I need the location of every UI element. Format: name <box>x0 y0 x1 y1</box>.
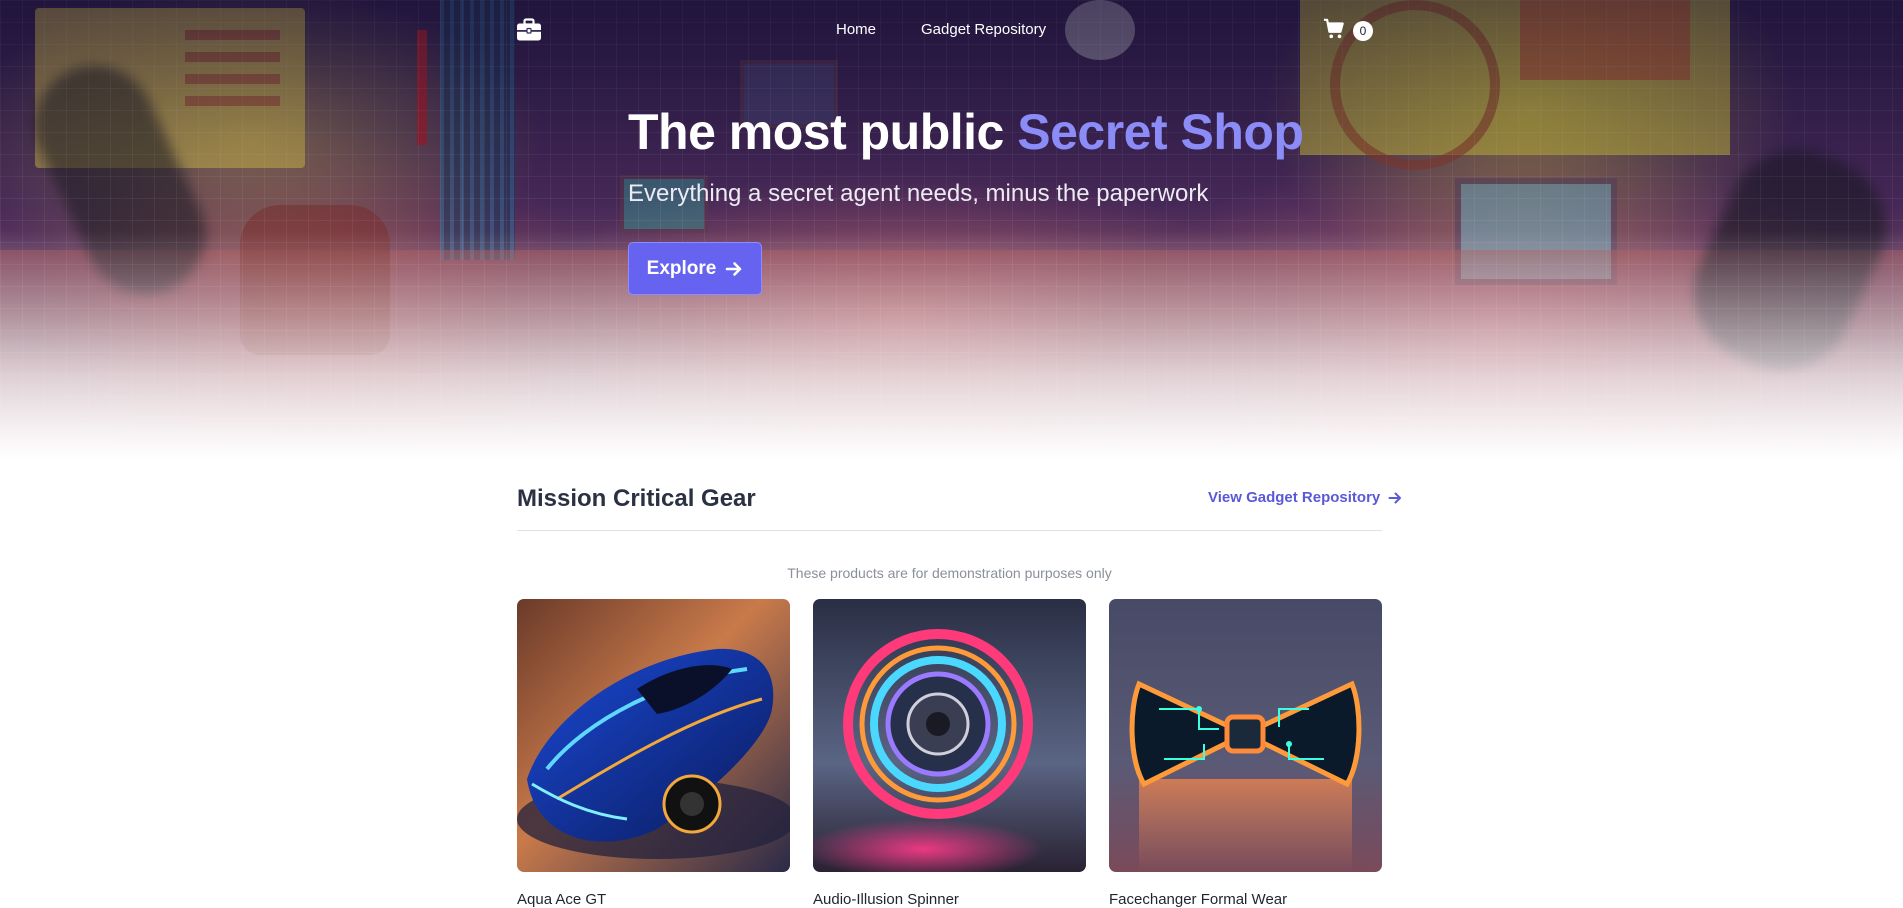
product-name[interactable]: Facechanger Formal Wear <box>1109 891 1287 908</box>
circuit-bow-tie-image[interactable] <box>1109 599 1382 872</box>
view-gadget-repository-link[interactable]: View Gadget Repository <box>1208 489 1402 506</box>
section-divider <box>517 530 1382 531</box>
explore-button[interactable]: Explore <box>628 242 762 295</box>
section-title: Mission Critical Gear <box>517 485 756 512</box>
explore-button-label: Explore <box>646 257 717 279</box>
blue-neon-sports-car-image[interactable] <box>517 599 790 872</box>
cart-count-badge: 0 <box>1353 21 1373 41</box>
nav-link-gadget-repository[interactable]: Gadget Repository <box>921 21 1046 38</box>
demo-disclaimer: These products are for demonstration pur… <box>787 565 1112 581</box>
hero-subtitle: Everything a secret agent needs, minus t… <box>628 180 1209 207</box>
top-nav: Home Gadget Repository 0 <box>0 0 1903 60</box>
product-card[interactable]: Facechanger Formal Wear <box>1109 599 1382 908</box>
arrow-right-icon <box>726 261 742 276</box>
cart-icon[interactable] <box>1323 18 1345 40</box>
nav-link-home[interactable]: Home <box>836 21 876 38</box>
product-card[interactable]: Audio-Illusion Spinner <box>813 599 1086 908</box>
hero-title-main: The most public <box>628 104 1018 160</box>
hero-fade-overlay <box>0 0 1903 460</box>
product-card[interactable]: Aqua Ace GT <box>517 599 790 908</box>
neon-ring-spinner-image[interactable] <box>813 599 1086 872</box>
product-name[interactable]: Audio-Illusion Spinner <box>813 891 959 908</box>
hero-title-accent: Secret Shop <box>1017 104 1304 160</box>
product-name[interactable]: Aqua Ace GT <box>517 891 606 908</box>
arrow-right-icon <box>1388 492 1402 503</box>
briefcase-icon[interactable] <box>516 17 542 43</box>
hero-title: The most public Secret Shop <box>628 103 1304 161</box>
hero-banner <box>0 0 1903 460</box>
view-gadget-repository-label: View Gadget Repository <box>1208 489 1381 506</box>
